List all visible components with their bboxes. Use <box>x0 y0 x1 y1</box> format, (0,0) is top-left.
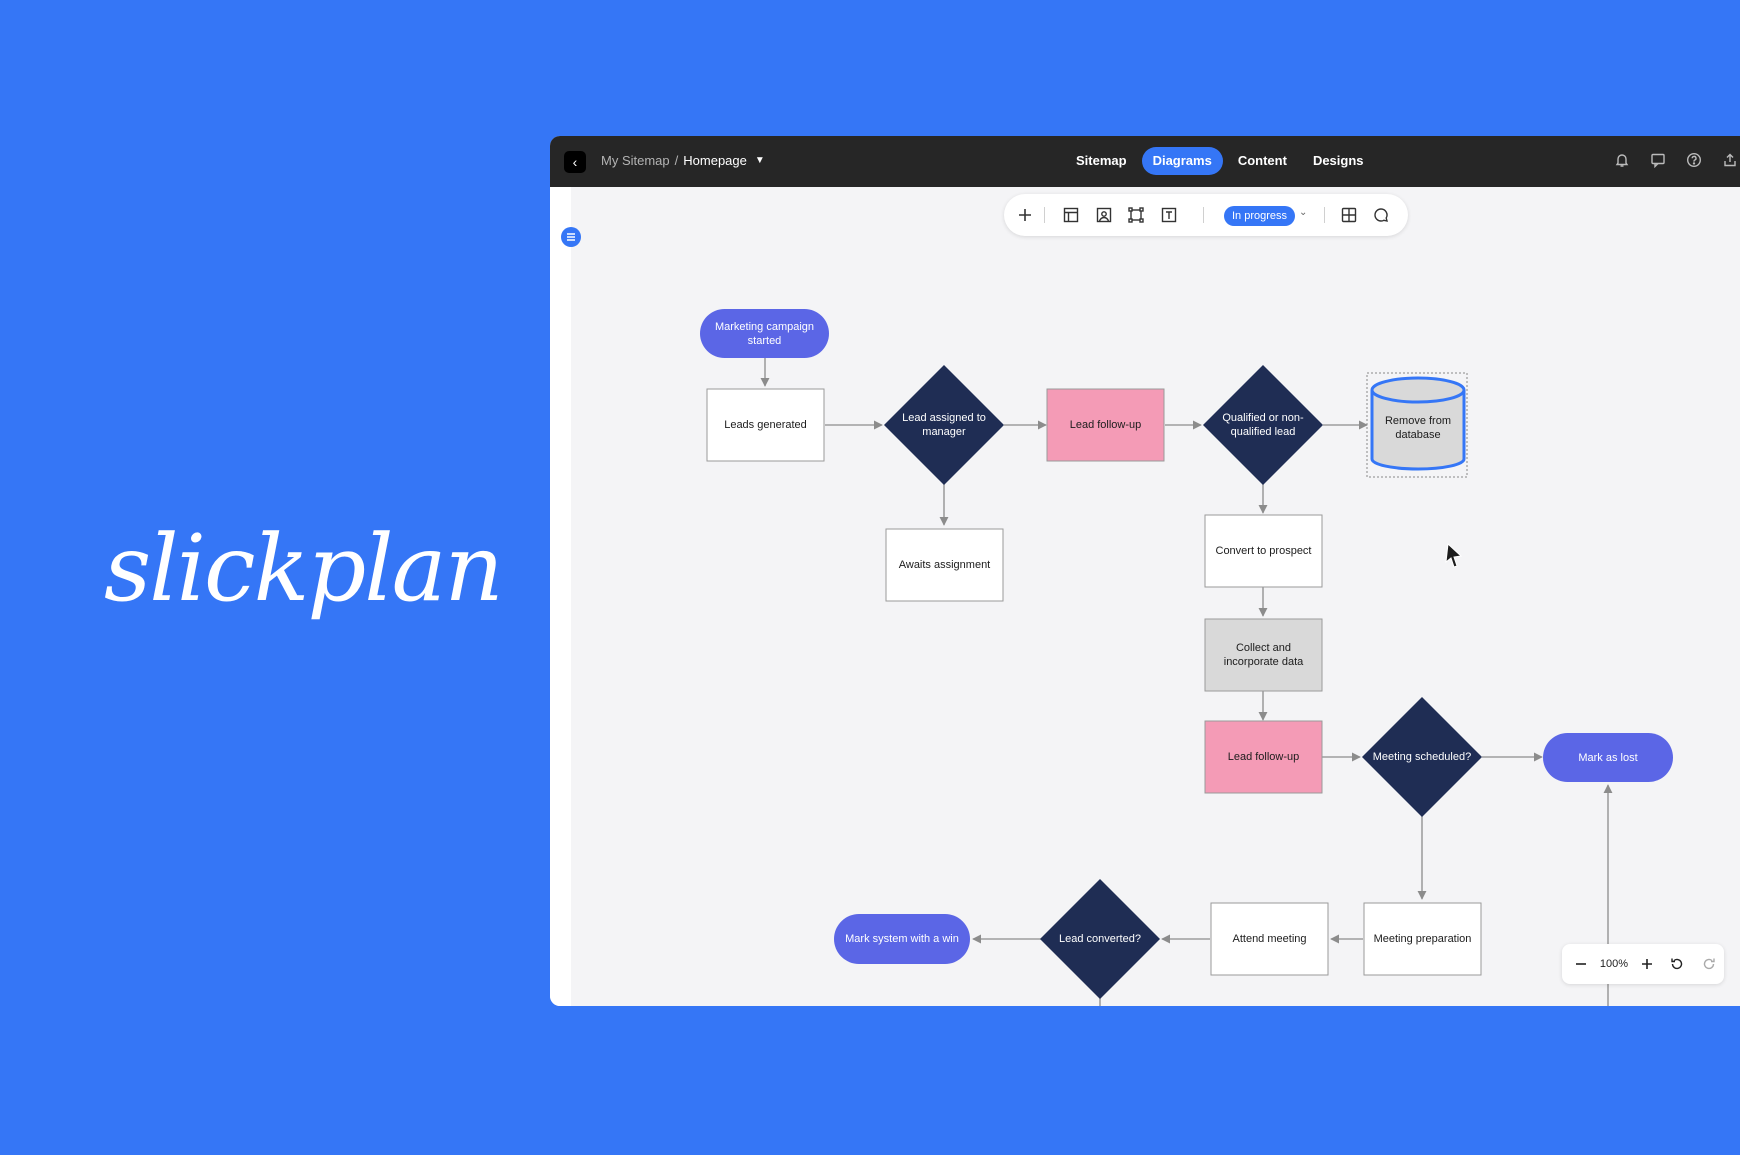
grid-icon[interactable] <box>1339 205 1359 225</box>
text-icon[interactable] <box>1159 205 1179 225</box>
chevron-down-icon[interactable]: ⌄ <box>1299 207 1307 218</box>
node-label: Remove from database <box>1384 415 1452 441</box>
node-label: Attend meeting <box>1232 933 1307 945</box>
node-label: Meeting preparation <box>1373 933 1472 945</box>
zoom-controls: 100% <box>1562 944 1724 984</box>
node-label: Mark as lost <box>1578 751 1638 764</box>
node-label: Awaits assignment <box>898 559 991 571</box>
zoom-in-icon[interactable] <box>1638 954 1656 974</box>
slickplan-logo: slickplan <box>104 515 504 622</box>
node-label: Lead follow-up <box>1227 751 1300 763</box>
node-label: Leads generated <box>724 419 807 431</box>
node-label: Marketing campaign started <box>714 320 815 347</box>
node-label: Lead follow-up <box>1069 419 1142 431</box>
node-label: Lead converted? <box>1059 933 1141 945</box>
image-block-icon[interactable] <box>1094 205 1114 225</box>
zoom-out-icon[interactable] <box>1572 954 1590 974</box>
layout-icon[interactable] <box>1061 205 1081 225</box>
zoom-level: 100% <box>1599 958 1629 970</box>
toolbar-separator <box>1203 207 1204 223</box>
node-label: Collect and incorporate data <box>1223 642 1304 668</box>
cursor-icon <box>1445 542 1463 568</box>
diagram-toolbar: In progress ⌄ <box>1004 194 1408 236</box>
diagram-canvas <box>700 309 1673 1006</box>
toolbar-separator <box>1324 207 1325 223</box>
node-label: Convert to prospect <box>1215 545 1312 557</box>
comment-icon[interactable] <box>1371 205 1391 225</box>
frame-icon[interactable] <box>1126 205 1146 225</box>
connectors <box>760 358 1613 1006</box>
node-label: Lead assigned to manager <box>902 412 986 438</box>
app-window: ‹ My Sitemap / Homepage ▼ Sitemap Diagra… <box>550 136 1740 1006</box>
toolbar-separator <box>1044 207 1045 223</box>
node-label: Meeting scheduled? <box>1372 751 1472 763</box>
undo-icon[interactable] <box>1668 954 1686 974</box>
add-icon[interactable] <box>1015 205 1035 225</box>
redo-icon[interactable] <box>1700 954 1718 974</box>
node-label: Qualified or non-qualified lead <box>1222 412 1304 438</box>
node-label: Mark system with a win <box>845 933 959 945</box>
status-dropdown[interactable]: In progress <box>1224 206 1296 226</box>
